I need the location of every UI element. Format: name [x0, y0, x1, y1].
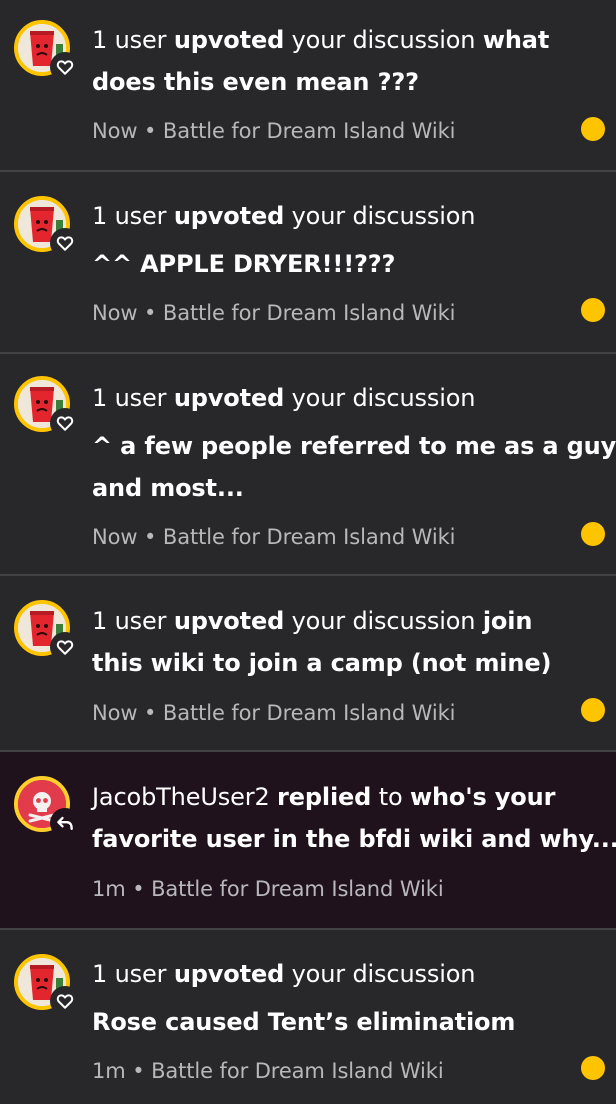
discussion-title[interactable]: ^^ APPLE DRYER!!!??? [92, 250, 395, 278]
notification-list: 1 user upvoted your discussion what does… [0, 0, 616, 1104]
connector: your discussion [291, 960, 476, 988]
notification-meta: Now • Battle for Dream Island Wiki [92, 701, 455, 725]
wiki-name: Battle for Dream Island Wiki [162, 701, 456, 725]
wiki-name: Battle for Dream Island Wiki [162, 301, 456, 325]
notification-meta: 1m • Battle for Dream Island Wiki [92, 877, 444, 901]
heart-icon [56, 640, 74, 655]
heart-icon [56, 60, 74, 75]
discussion-title[interactable]: ^ a few people referred to me as a guy [92, 432, 616, 460]
notification-meta: Now • Battle for Dream Island Wiki [92, 301, 455, 325]
connector: your discussion [291, 202, 476, 230]
separator: • [144, 701, 157, 725]
notification-text: JacobTheUser2 replied to who's your favo… [92, 776, 616, 860]
actor: 1 user [92, 607, 167, 635]
discussion-title[interactable]: what [483, 26, 549, 54]
notification-item[interactable]: 1 user upvoted your discussion Rose caus… [0, 930, 616, 1104]
verb: upvoted [173, 26, 285, 54]
discussion-title[interactable]: who's your [410, 783, 555, 811]
verb: replied [277, 783, 372, 811]
connector: your discussion [291, 26, 476, 54]
verb: upvoted [173, 384, 285, 412]
connector: to [378, 783, 403, 811]
timestamp: Now [92, 701, 138, 725]
notification-item[interactable]: 1 user upvoted your discussion ^^ APPLE … [0, 172, 616, 354]
timestamp: 1m [92, 1059, 126, 1083]
notification-text: 1 user upvoted your discussion Rose caus… [92, 953, 586, 1043]
actor: JacobTheUser2 [92, 783, 270, 811]
discussion-title[interactable]: Rose caused Tent’s eliminatiom [92, 1008, 515, 1036]
separator: • [144, 119, 157, 143]
unread-indicator [581, 1056, 605, 1080]
timestamp: 1m [92, 877, 126, 901]
verb: upvoted [173, 202, 285, 230]
connector: your discussion [291, 607, 476, 635]
badge [50, 228, 80, 258]
unread-indicator [581, 117, 605, 141]
wiki-name: Battle for Dream Island Wiki [162, 119, 456, 143]
notification-item[interactable]: 1 user upvoted your discussion ^ a few p… [0, 354, 616, 576]
wiki-name: Battle for Dream Island Wiki [151, 877, 444, 901]
heart-icon [56, 416, 74, 431]
notification-item-reply[interactable]: JacobTheUser2 replied to who's your favo… [0, 752, 616, 930]
wiki-name: Battle for Dream Island Wiki [151, 1059, 444, 1083]
notification-meta: Now • Battle for Dream Island Wiki [92, 525, 455, 549]
separator: • [144, 301, 157, 325]
actor: 1 user [92, 26, 167, 54]
notification-text: 1 user upvoted your discussion join this… [92, 600, 586, 684]
discussion-title[interactable]: favorite user in the bfdi wiki and why..… [92, 825, 616, 853]
badge [50, 632, 80, 662]
heart-icon [56, 236, 74, 251]
discussion-title[interactable]: and most... [92, 474, 244, 502]
timestamp: Now [92, 301, 138, 325]
timestamp: Now [92, 119, 138, 143]
badge [50, 408, 80, 438]
notification-item[interactable]: 1 user upvoted your discussion what does… [0, 0, 616, 172]
timestamp: Now [92, 525, 138, 549]
wiki-name: Battle for Dream Island Wiki [162, 525, 456, 549]
verb: upvoted [173, 607, 285, 635]
badge [50, 808, 80, 838]
discussion-title[interactable]: this wiki to join a camp (not mine) [92, 649, 551, 677]
notification-meta: 1m • Battle for Dream Island Wiki [92, 1059, 444, 1083]
actor: 1 user [92, 384, 167, 412]
badge [50, 52, 80, 82]
notification-text: 1 user upvoted your discussion ^ a few p… [92, 377, 616, 509]
unread-indicator [581, 698, 605, 722]
separator: • [132, 1059, 145, 1083]
connector: your discussion [291, 384, 476, 412]
reply-arrow-icon [57, 816, 73, 830]
notification-item[interactable]: 1 user upvoted your discussion join this… [0, 576, 616, 752]
verb: upvoted [173, 960, 285, 988]
heart-icon [56, 994, 74, 1009]
badge [50, 986, 80, 1016]
unread-indicator [581, 298, 605, 322]
actor: 1 user [92, 202, 167, 230]
discussion-title[interactable]: join [483, 607, 533, 635]
notification-text: 1 user upvoted your discussion ^^ APPLE … [92, 195, 586, 285]
separator: • [144, 525, 157, 549]
actor: 1 user [92, 960, 167, 988]
separator: • [132, 877, 145, 901]
unread-indicator [581, 522, 605, 546]
discussion-title[interactable]: does this even mean ??? [92, 68, 419, 96]
notification-meta: Now • Battle for Dream Island Wiki [92, 119, 455, 143]
notification-text: 1 user upvoted your discussion what does… [92, 19, 586, 103]
